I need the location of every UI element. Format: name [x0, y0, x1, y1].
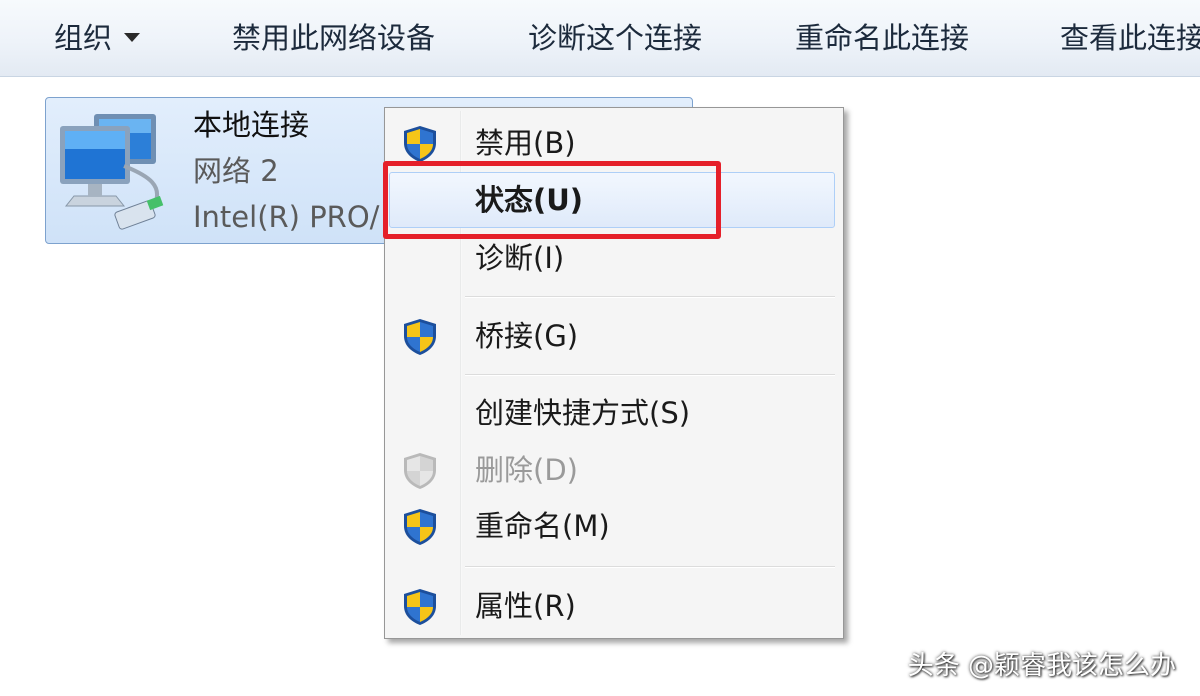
rename-connection-button[interactable]: 重命名此连接 [795, 18, 969, 58]
menu-item-properties[interactable]: 属性(R) [385, 580, 843, 632]
dropdown-arrow-icon [124, 32, 141, 42]
menu-separator [465, 566, 835, 568]
network-adapter-icon [60, 114, 164, 230]
menu-item-delete: 删除(D) [385, 444, 843, 496]
connection-name: 本地连接 [193, 108, 310, 142]
menu-item-diagnose[interactable]: 诊断(I) [385, 232, 843, 284]
menu-item-bridge[interactable]: 桥接(G) [385, 310, 843, 362]
organize-label: 组织 [54, 21, 113, 55]
view-status-button[interactable]: 查看此连接 [1060, 18, 1200, 58]
disable-device-button[interactable]: 禁用此网络设备 [232, 18, 435, 58]
uac-shield-icon [404, 589, 436, 625]
menu-item-create-shortcut[interactable]: 创建快捷方式(S) [385, 387, 843, 439]
annotation-highlight-box [383, 161, 721, 239]
menu-item-label: 删除(D) [475, 453, 578, 487]
organize-button[interactable]: 组织 [54, 18, 141, 58]
menu-separator [465, 374, 835, 376]
uac-shield-icon [404, 319, 436, 355]
command-bar: 组织 禁用此网络设备 诊断这个连接 重命名此连接 查看此连接 [0, 0, 1200, 77]
watermark-text: 头条 @颖睿我该怎么办 [907, 651, 1176, 681]
connection-network: 网络 2 [193, 154, 279, 188]
menu-item-label: 桥接(G) [475, 319, 579, 353]
uac-shield-icon [404, 509, 436, 545]
menu-item-label: 创建快捷方式(S) [475, 396, 691, 430]
menu-item-rename[interactable]: 重命名(M) [385, 500, 843, 552]
menu-item-label: 诊断(I) [475, 241, 565, 275]
menu-item-label: 属性(R) [475, 589, 576, 623]
menu-separator [465, 296, 835, 298]
uac-shield-disabled-icon [404, 453, 436, 489]
connection-adapter: Intel(R) PRO/ [193, 200, 380, 234]
uac-shield-icon [404, 126, 436, 162]
diagnose-connection-button[interactable]: 诊断这个连接 [528, 18, 702, 58]
menu-item-label: 重命名(M) [475, 509, 610, 543]
